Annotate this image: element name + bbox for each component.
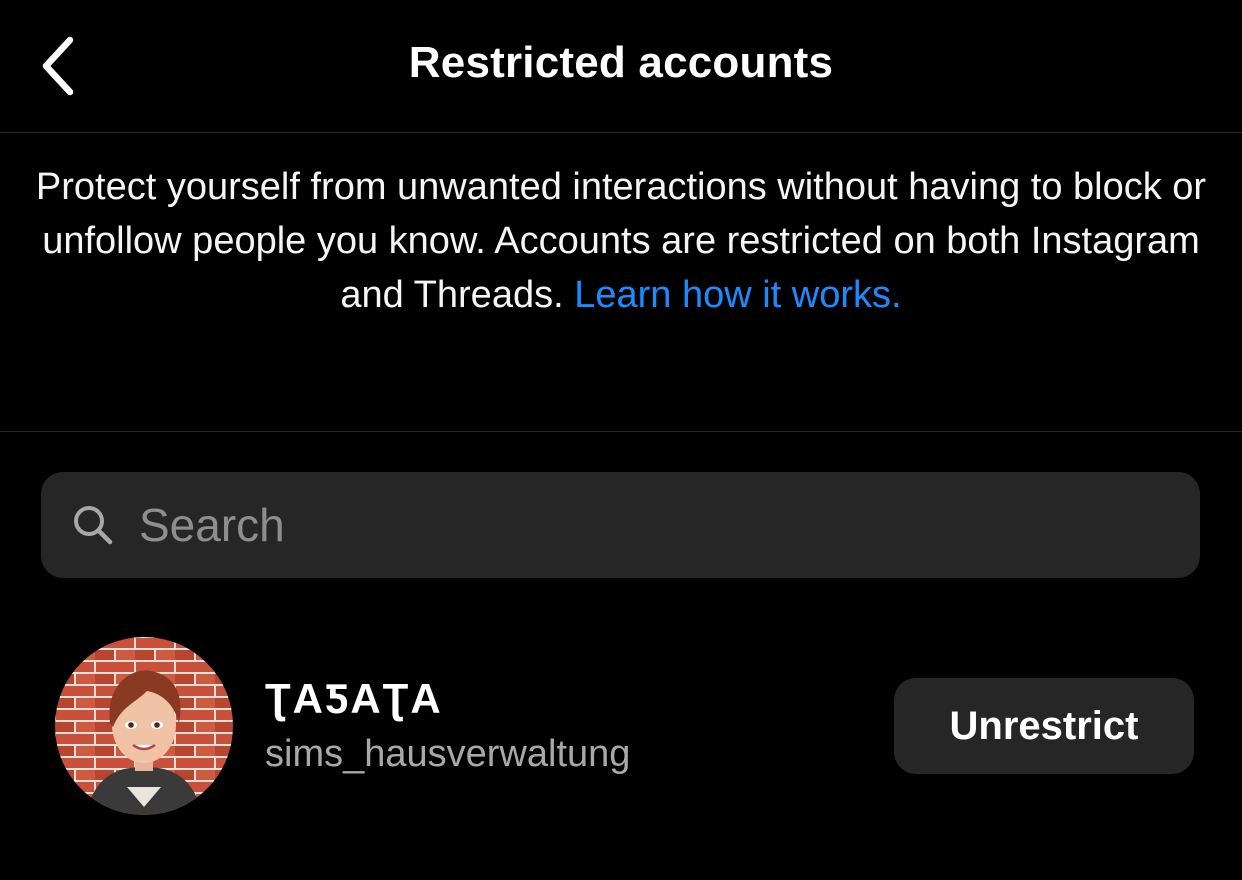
unrestrict-button[interactable]: Unrestrict [894, 678, 1194, 774]
page-title: Restricted accounts [408, 38, 834, 87]
search-icon [71, 503, 115, 547]
search-bar[interactable] [41, 472, 1200, 578]
learn-how-it-works-link[interactable]: Learn how it works. [574, 274, 901, 316]
avatar[interactable] [55, 637, 233, 815]
account-display-name: ƮΑƼΑƮΑ [265, 675, 443, 722]
section-divider [0, 431, 1242, 432]
restricted-account-row[interactable]: ƮΑƼΑƮΑ sims_hausverwaltung Unrestrict [0, 620, 1242, 830]
restrict-description: Protect yourself from unwanted interacti… [30, 160, 1212, 322]
search-input[interactable] [137, 497, 1141, 553]
top-bar: Restricted accounts [0, 0, 1242, 133]
account-username: sims_hausverwaltung [265, 733, 631, 775]
